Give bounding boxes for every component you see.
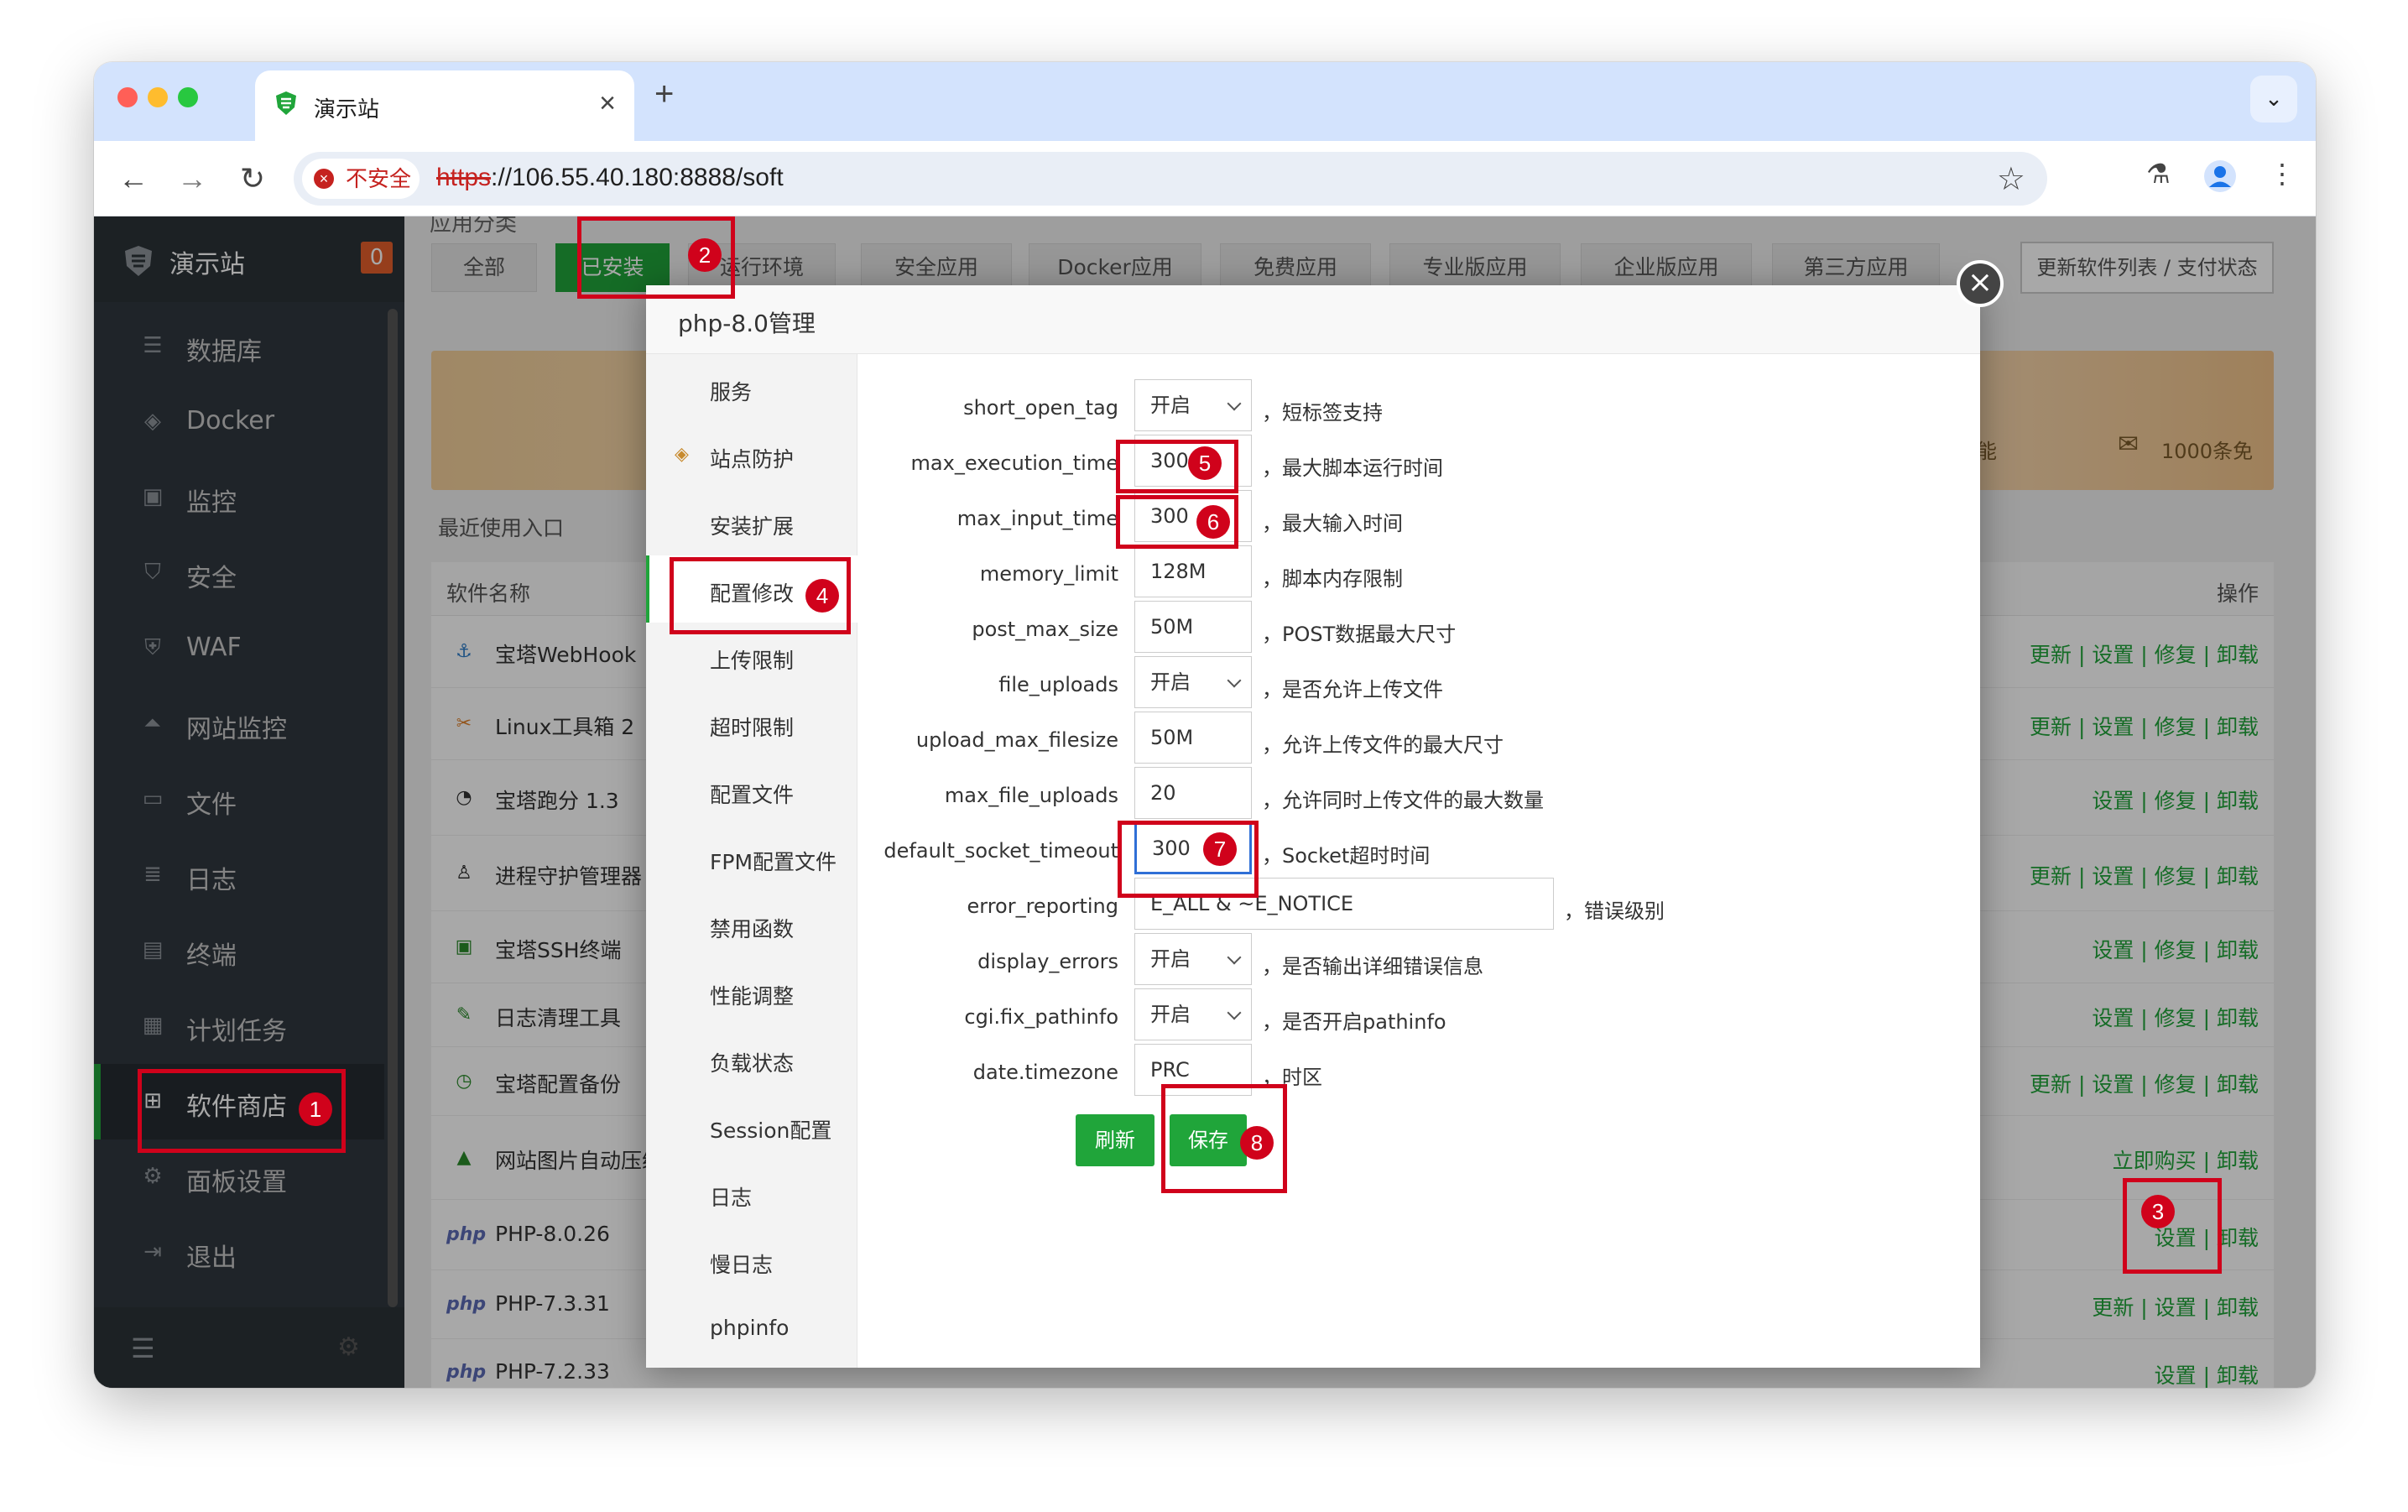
- setting-row: display_errors 开启 ，是否输出详细错误信息: [857, 933, 1980, 988]
- annotation-marker-1: 1: [299, 1092, 332, 1126]
- tab-search-dropdown-icon[interactable]: ⌄: [2250, 76, 2297, 123]
- menu-item-fpm-config[interactable]: FPM配置文件: [646, 824, 857, 891]
- menu-item-performance[interactable]: 性能调整: [646, 958, 857, 1025]
- setting-row: memory_limit 128M ，脚本内存限制: [857, 545, 1980, 601]
- dialog-header: php-8.0管理: [646, 285, 1980, 354]
- address-bar[interactable]: × 不安全 https://106.55.40.180:8888/soft ☆: [294, 152, 2047, 206]
- menu-item-disabled-functions[interactable]: 禁用函数: [646, 891, 857, 958]
- reload-icon[interactable]: ↻: [228, 154, 277, 203]
- forward-icon[interactable]: →: [168, 154, 216, 203]
- setting-row: default_socket_timeout 300 ，Socket超时时间: [857, 822, 1980, 878]
- minimize-window-button[interactable]: [148, 87, 168, 107]
- tab-close-icon[interactable]: ×: [599, 87, 616, 120]
- display-errors-select[interactable]: 开启: [1134, 933, 1252, 985]
- menu-item-session[interactable]: Session配置: [646, 1092, 857, 1160]
- annotation-marker-3: 3: [2141, 1195, 2175, 1228]
- setting-row: short_open_tag 开启 ，短标签支持: [857, 379, 1980, 435]
- config-form: short_open_tag 开启 ，短标签支持 max_execution_tim…: [857, 354, 1980, 1368]
- dialog-close-button[interactable]: ×: [1957, 260, 2004, 307]
- menu-item-slow-log[interactable]: 慢日志: [646, 1227, 857, 1294]
- diamond-icon: ◈: [675, 444, 689, 465]
- menu-item-phpinfo[interactable]: phpinfo: [646, 1294, 857, 1361]
- back-icon[interactable]: ←: [109, 154, 158, 203]
- url-scheme: https: [436, 164, 492, 191]
- security-chip[interactable]: × 不安全: [302, 159, 420, 199]
- tab-title: 演示站: [314, 96, 380, 122]
- profile-avatar-icon[interactable]: [2203, 159, 2237, 193]
- setting-row: upload_max_filesize 50M ，允许上传文件的最大尺寸: [857, 712, 1980, 767]
- url-text[interactable]: https://106.55.40.180:8888/soft: [436, 164, 784, 192]
- menu-item-config-file[interactable]: 配置文件: [646, 757, 857, 824]
- menu-item-extensions[interactable]: 安装扩展: [646, 488, 857, 555]
- post-max-size-input[interactable]: 50M: [1134, 601, 1252, 653]
- refresh-button[interactable]: 刷新: [1076, 1114, 1154, 1166]
- annotation-box-7: [1118, 821, 1259, 898]
- url-host-path: ://106.55.40.180:8888/soft: [491, 164, 784, 191]
- tab-strip: 演示站 × + ⌄: [94, 62, 2316, 141]
- setting-row: date.timezone PRC ，时区: [857, 1044, 1980, 1099]
- setting-row: max_execution_time 300 ，最大脚本运行时间: [857, 435, 1980, 490]
- browser-window: 演示站 × + ⌄ ← → ↻ × 不安全 https://106.55.40.…: [94, 62, 2316, 1388]
- annotation-marker-2: 2: [688, 238, 722, 272]
- menu-item-log[interactable]: 日志: [646, 1160, 857, 1227]
- browser-menu-icon[interactable]: ⋮: [2269, 158, 2296, 190]
- file-uploads-select[interactable]: 开启: [1134, 656, 1252, 708]
- bookmark-star-icon[interactable]: ☆: [1997, 160, 2025, 198]
- bt-favicon-icon: [276, 91, 296, 115]
- setting-row: max_input_time 300 ，最大输入时间: [857, 490, 1980, 545]
- annotation-marker-6: 6: [1196, 505, 1230, 539]
- menu-item-service[interactable]: 服务: [646, 354, 857, 421]
- upload-max-filesize-input[interactable]: 50M: [1134, 712, 1252, 764]
- annotation-marker-8: 8: [1240, 1126, 1274, 1160]
- setting-row: cgi.fix_pathinfo 开启 ，是否开启pathinfo: [857, 988, 1980, 1044]
- setting-row: error_reporting E_ALL & ~E_NOTICE ，错误级别: [857, 878, 1980, 933]
- setting-row: max_file_uploads 20 ，允许同时上传文件的最大数量: [857, 767, 1980, 822]
- browser-tab[interactable]: 演示站 ×: [255, 70, 634, 141]
- menu-item-site-protection[interactable]: ◈ 站点防护: [646, 421, 857, 488]
- annotation-marker-7: 7: [1203, 832, 1237, 866]
- not-secure-icon: ×: [314, 169, 334, 189]
- setting-row: post_max_size 50M ，POST数据最大尺寸: [857, 601, 1980, 656]
- annotation-marker-4: 4: [805, 579, 839, 613]
- memory-limit-input[interactable]: 128M: [1134, 545, 1252, 597]
- menu-item-load-status[interactable]: 负载状态: [646, 1025, 857, 1092]
- annotation-marker-5: 5: [1188, 446, 1222, 480]
- cgi-fix-pathinfo-select[interactable]: 开启: [1134, 988, 1252, 1040]
- browser-toolbar: ← → ↻ × 不安全 https://106.55.40.180:8888/s…: [94, 141, 2316, 216]
- menu-item-timeout-limit[interactable]: 超时限制: [646, 690, 857, 757]
- php-manage-dialog: php-8.0管理 × 服务 ◈ 站点防护 安装扩展 配置修改 上传限制 超时限制…: [646, 260, 2004, 1368]
- labs-flask-icon[interactable]: ⚗: [2146, 158, 2171, 190]
- dialog-title: php-8.0管理: [678, 310, 816, 337]
- setting-row: file_uploads 开启 ，是否允许上传文件: [857, 656, 1980, 712]
- close-window-button[interactable]: [117, 87, 138, 107]
- dialog-menu: 服务 ◈ 站点防护 安装扩展 配置修改 上传限制 超时限制 配置文件 FPM配置文…: [646, 354, 857, 1368]
- security-label: 不安全: [346, 166, 412, 191]
- annotation-box-3: [2123, 1178, 2222, 1274]
- zoom-window-button[interactable]: [178, 87, 198, 107]
- new-tab-icon[interactable]: +: [654, 76, 674, 113]
- max-file-uploads-input[interactable]: 20: [1134, 767, 1252, 819]
- short-open-tag-select[interactable]: 开启: [1134, 379, 1252, 431]
